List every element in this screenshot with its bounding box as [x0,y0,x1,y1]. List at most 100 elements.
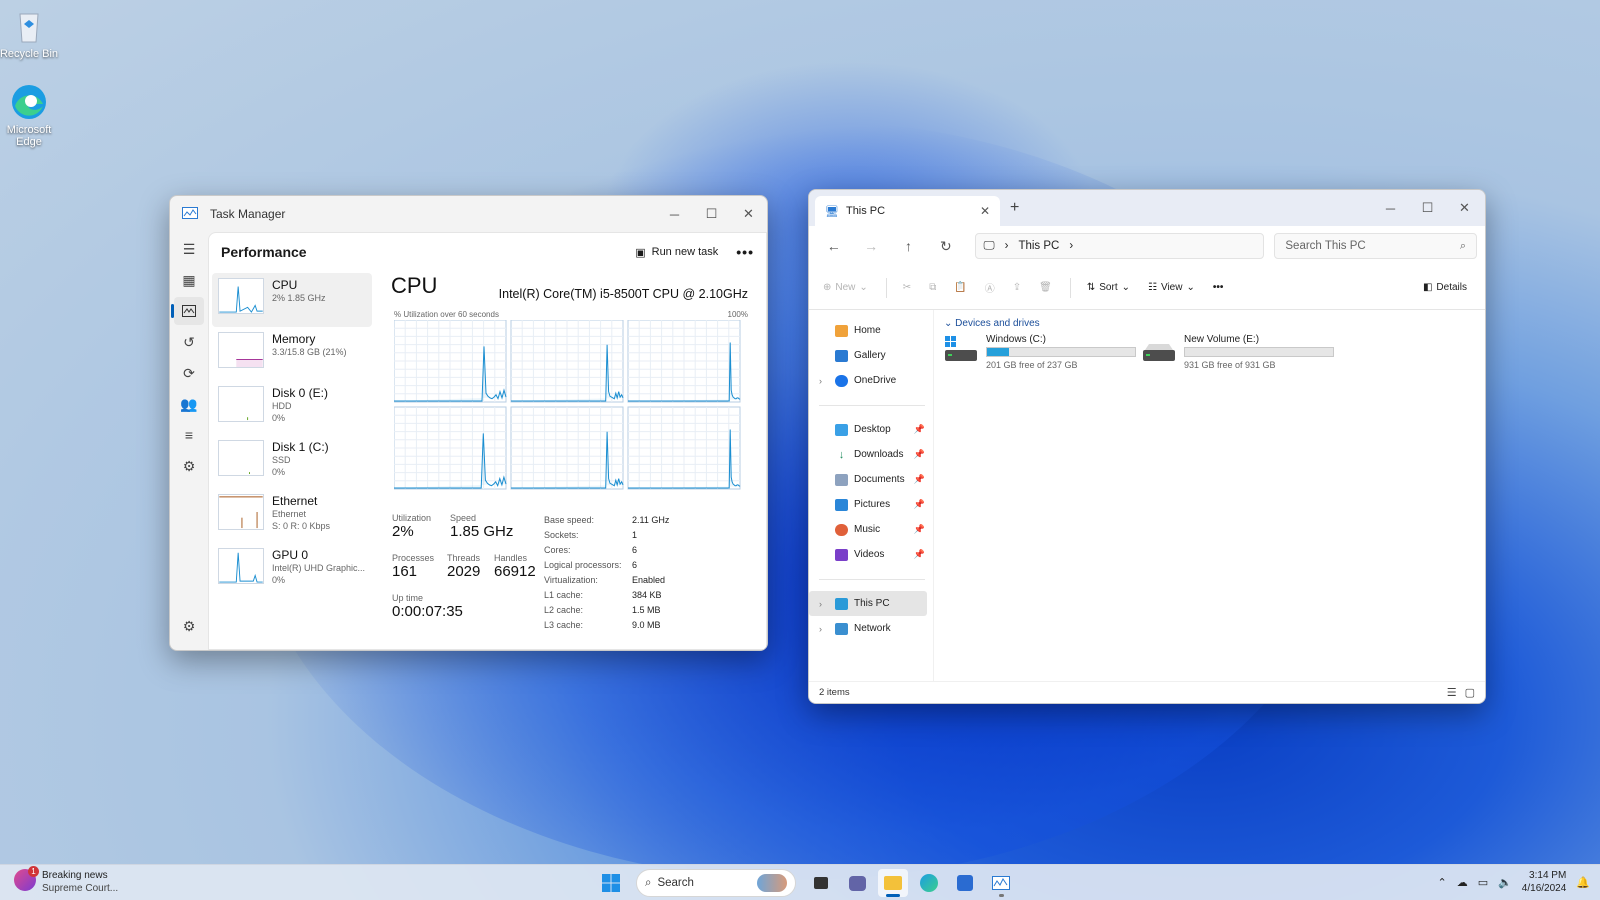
new-button[interactable]: ⊕ New ⌄ [823,282,868,293]
desktop-icon-recycle-bin[interactable]: Recycle Bin [0,6,59,60]
spec-key: Base speed: [544,515,595,525]
run-new-task-button[interactable]: ▣ Run new task [635,246,718,259]
services-icon[interactable]: ⚙ [174,452,204,480]
display-icon[interactable]: ▭ [1478,876,1488,889]
store-icon [957,875,973,891]
news-widget[interactable]: 1 Breaking news Supreme Court... [14,866,118,895]
view-button[interactable]: ☷ View ⌄ [1148,282,1195,293]
chevron-right-icon[interactable]: › [1069,240,1073,252]
more-options-button[interactable]: ••• [736,244,754,260]
address-bar[interactable]: 🖵 › This PC › [974,233,1265,259]
sort-button[interactable]: ⇅ Sort ⌄ [1087,282,1130,293]
see-more-button[interactable]: ••• [1213,282,1224,293]
desktop-icon-edge[interactable]: Microsoft Edge [0,82,59,148]
users-icon[interactable]: 👥 [174,390,204,418]
copy-icon[interactable]: ⧉ [929,282,936,293]
tiles-view-icon[interactable]: ▢ [1465,686,1475,699]
close-button[interactable]: ✕ [1446,196,1483,220]
pin-icon: 📌 [913,549,925,559]
plus-circle-icon: ⊕ [823,282,832,293]
paste-icon[interactable]: 📋 [954,282,966,293]
processes-icon[interactable]: ▦ [174,266,204,294]
taskbar-search[interactable]: ⌕ Search [636,869,796,897]
chevron-right-icon[interactable]: › [819,599,822,609]
close-tab-icon[interactable]: ✕ [980,204,990,218]
share-icon[interactable]: ⇪ [1013,282,1021,293]
perf-item-gpu0[interactable]: GPU 0 Intel(R) UHD Graphic... 0% [212,543,372,597]
close-button[interactable]: ✕ [730,202,767,226]
perf-item-sub: 3.3/15.8 GB (21%) [272,347,347,357]
store-button[interactable] [950,869,980,897]
breadcrumb[interactable]: This PC [1018,240,1059,252]
perf-item-ethernet[interactable]: Ethernet Ethernet S: 0 R: 0 Kbps [212,489,372,543]
processes-stat: Processes 161 [392,553,434,580]
onedrive-status-icon[interactable]: ☁ [1457,876,1468,889]
delete-icon[interactable]: 🗑 [1039,282,1052,293]
new-tab-button[interactable]: + [1010,199,1019,217]
clock[interactable]: 3:14 PM 4/16/2024 [1522,869,1567,895]
perf-item-disk0[interactable]: Disk 0 (E:) HDD 0% [212,381,372,435]
nav-label: Music [854,524,881,535]
hamburger-menu-icon[interactable]: ☰ [174,235,204,263]
details-view-icon[interactable]: ☰ [1447,686,1457,699]
settings-icon[interactable]: ⚙ [174,612,204,640]
start-button[interactable] [596,869,626,897]
performance-icon[interactable] [171,297,204,325]
perf-item-disk1[interactable]: Disk 1 (C:) SSD 0% [212,435,372,489]
status-bar: 2 items ☰ ▢ [809,681,1485,703]
chevron-right-icon[interactable]: › [819,624,822,634]
edge-icon [920,874,938,892]
volume-icon[interactable]: 🔈 [1498,876,1512,889]
task-manager-button[interactable] [986,869,1016,897]
taskbar: 1 Breaking news Supreme Court... ⌕ Searc… [0,864,1600,900]
perf-item-cpu[interactable]: CPU 2% 1.85 GHz [212,273,372,327]
tab-this-pc[interactable]: 🖥 This PC ✕ [815,196,1000,226]
details-button[interactable]: ◧ Details [1423,282,1467,293]
nav-item-desktop[interactable]: Desktop 📌 [809,417,931,442]
maximize-button[interactable]: ☐ [693,202,730,226]
cut-icon[interactable]: ✂ [903,282,911,293]
up-arrow-icon[interactable]: ↑ [892,238,925,254]
nav-item-pictures[interactable]: Pictures 📌 [809,492,931,517]
details-icon[interactable]: ≡ [174,421,204,449]
nav-item-this-pc[interactable]: › This PC [809,591,927,616]
drive-c[interactable]: Windows (C:) 201 GB free of 237 GB [944,334,1136,370]
cpu-core-graphs [394,320,741,490]
nav-item-documents[interactable]: Documents 📌 [809,467,931,492]
teams-button[interactable] [842,869,872,897]
chevron-up-icon[interactable]: ⌃ [1437,876,1446,889]
file-explorer-button[interactable] [878,869,908,897]
monitor-icon: 🖵 [983,239,995,252]
nav-item-music[interactable]: Music 📌 [809,517,931,542]
spec-key: Virtualization: [544,575,598,585]
chevron-right-icon[interactable]: › [819,376,822,386]
nav-item-downloads[interactable]: ↓ Downloads 📌 [809,442,931,467]
rename-icon[interactable]: Ⓐ [985,280,995,295]
utilization-graph-label: % Utilization over 60 seconds [394,310,499,319]
task-manager-icon [992,876,1010,890]
startup-apps-icon[interactable]: ⟳ [174,359,204,387]
nav-item-onedrive[interactable]: › OneDrive [809,368,931,393]
forward-arrow-icon[interactable]: → [854,238,887,254]
edge-button[interactable] [914,869,944,897]
drive-e[interactable]: New Volume (E:) 931 GB free of 931 GB [1142,334,1334,370]
maximize-button[interactable]: ☐ [1409,196,1446,220]
app-history-icon[interactable]: ↺ [174,328,204,356]
search-input[interactable]: Search This PC ⌕ [1274,233,1477,259]
nav-item-gallery[interactable]: Gallery [809,343,931,368]
cpu-core-graph [510,320,624,403]
group-header[interactable]: ⌄ Devices and drives [944,318,1040,329]
minimize-button[interactable]: ─ [656,202,693,226]
minimize-button[interactable]: ─ [1372,196,1409,220]
back-arrow-icon[interactable]: ← [817,238,850,254]
task-view-button[interactable] [806,869,836,897]
spec-value: 384 KB [632,590,662,600]
perf-item-memory[interactable]: Memory 3.3/15.8 GB (21%) [212,327,372,381]
drive-free-space: 201 GB free of 237 GB [986,360,1078,370]
nav-item-videos[interactable]: Videos 📌 [809,542,931,567]
refresh-icon[interactable]: ↻ [929,238,962,255]
title-bar[interactable]: Task Manager ─ ☐ ✕ [170,196,767,232]
nav-item-home[interactable]: Home [809,318,931,343]
nav-item-network[interactable]: › Network [809,616,931,641]
notification-bell-icon[interactable]: 🔔 [1576,876,1590,889]
